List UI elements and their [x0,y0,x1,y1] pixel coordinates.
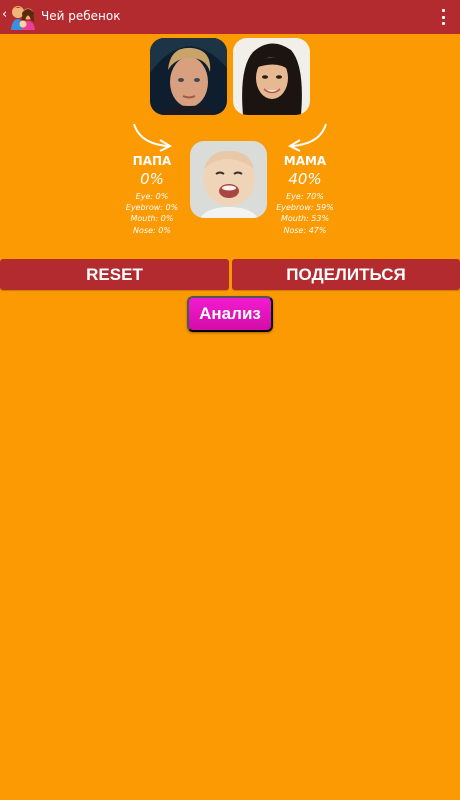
mother-eye-stat: Eye: 70% [286,192,324,201]
mother-mouth-stat: Mouth: 53% [280,214,330,223]
mother-eyebrow-stat: Eyebrow: 59% [276,203,334,212]
mother-nose-stat: Nose: 47% [283,226,327,235]
action-bar: ‹ Чей ребенок [0,0,460,34]
family-icon[interactable] [9,3,37,31]
father-label: ПАПА [132,154,172,168]
share-button[interactable]: ПОДЕЛИТЬСЯ [232,259,460,290]
reset-button[interactable]: RESET [0,259,229,290]
mother-photo[interactable] [233,38,310,115]
analyze-button[interactable]: Анализ [187,296,273,332]
father-eyebrow-stat: Eyebrow: 0% [125,203,179,212]
father-photo[interactable] [150,38,227,115]
mother-percent: 40% [288,170,322,188]
arrow-right-icon [133,123,173,152]
father-mouth-stat: Mouth: 0% [130,214,174,223]
father-percent: 0% [140,170,164,188]
overflow-menu-icon[interactable] [440,9,446,25]
father-nose-stat: Nose: 0% [133,226,171,235]
father-eye-stat: Eye: 0% [135,192,169,201]
child-photo [190,141,267,218]
arrow-left-icon [287,123,327,152]
mother-label: МАМА [283,154,327,168]
chevron-left-icon[interactable]: ‹ [2,7,7,22]
app-title: Чей ребенок [41,9,121,23]
